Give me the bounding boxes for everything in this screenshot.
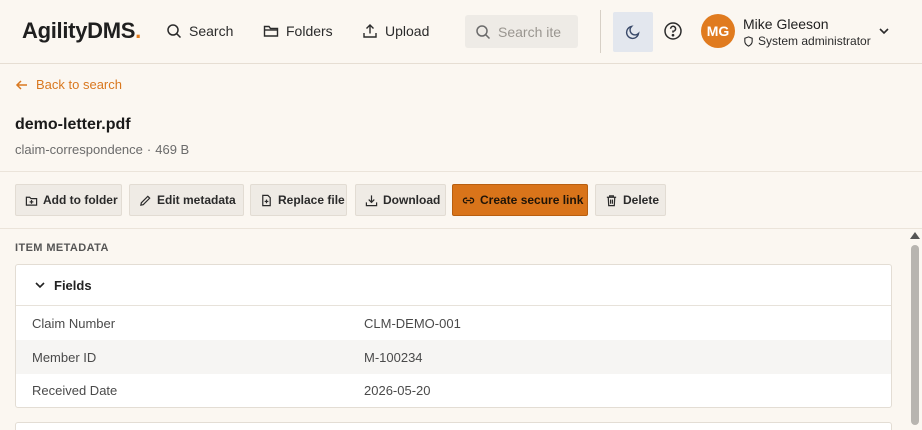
fields-accordion-header[interactable]: Fields [16, 265, 891, 306]
document-size: 469 B [155, 142, 190, 157]
user-role: System administrator [743, 34, 871, 48]
scroll-up-arrow[interactable] [910, 232, 920, 239]
trash-icon [606, 194, 617, 206]
download-icon [365, 194, 378, 206]
table-row: Received Date 2026-05-20 [16, 373, 891, 407]
field-value: 2026-05-20 [364, 382, 431, 398]
field-key: Claim Number [32, 315, 116, 331]
table-row: Claim Number CLM-DEMO-001 [16, 306, 891, 340]
edit-metadata-button[interactable]: Edit metadata [129, 184, 244, 216]
user-avatar[interactable]: MG [701, 14, 735, 48]
nav-upload[interactable]: Upload [362, 20, 429, 42]
folder-icon [263, 25, 279, 37]
field-key: Received Date [32, 382, 118, 398]
next-section-card [15, 422, 892, 430]
nav-search[interactable]: Search [166, 20, 233, 42]
nav-folders-label: Folders [286, 23, 333, 39]
arrow-left-icon [15, 79, 27, 90]
section-label-item-metadata: ITEM METADATA [15, 242, 109, 254]
download-button[interactable]: Download [355, 184, 446, 216]
divider [0, 171, 922, 172]
nav-upload-label: Upload [385, 23, 430, 39]
link-icon [462, 197, 475, 203]
search-icon [167, 24, 182, 39]
moon-icon [625, 25, 640, 40]
table-row: Member ID M-100234 [16, 340, 891, 374]
user-name[interactable]: Mike Gleeson [743, 16, 829, 32]
top-bar: AgilityDMS. Search Folders Upload MG Mik… [0, 0, 922, 64]
nav-folders[interactable]: Folders [263, 20, 333, 42]
back-to-search-link[interactable]: Back to search [15, 77, 122, 92]
help-button[interactable] [662, 20, 684, 42]
chevron-down-icon[interactable] [877, 24, 891, 38]
content-scrollbar[interactable] [908, 229, 922, 430]
document-subtitle: claim-correspondence · 469 B [15, 142, 190, 157]
add-to-folder-button[interactable]: Add to folder [15, 184, 122, 216]
nav-search-label: Search [189, 23, 234, 39]
folder-plus-icon [25, 196, 38, 206]
fields-title: Fields [54, 277, 92, 293]
upload-icon [363, 24, 377, 38]
app-logo[interactable]: AgilityDMS. [22, 18, 141, 44]
delete-button[interactable]: Delete [595, 184, 666, 216]
file-plus-icon [262, 194, 271, 206]
search-input[interactable] [498, 23, 570, 40]
field-key: Member ID [32, 349, 97, 365]
metadata-fields-card: Fields Claim Number CLM-DEMO-001 Member … [15, 264, 892, 408]
document-category: claim-correspondence [15, 142, 143, 157]
theme-toggle-button[interactable] [613, 12, 653, 52]
pencil-icon [140, 194, 151, 206]
divider [0, 228, 922, 229]
help-circle-icon [664, 22, 682, 40]
document-title: demo-letter.pdf [15, 116, 131, 133]
search-icon [476, 24, 491, 39]
scroll-thumb[interactable] [911, 245, 919, 425]
header-divider [600, 10, 601, 53]
field-value: M-100234 [364, 349, 423, 365]
create-secure-link-button[interactable]: Create secure link [452, 184, 588, 216]
back-link-label: Back to search [36, 77, 122, 92]
replace-file-button[interactable]: Replace file [250, 184, 347, 216]
global-search[interactable] [465, 15, 578, 48]
user-role-label: System administrator [758, 34, 871, 48]
chevron-down-icon [35, 282, 45, 289]
shield-icon [744, 35, 753, 47]
field-value: CLM-DEMO-001 [364, 315, 461, 331]
